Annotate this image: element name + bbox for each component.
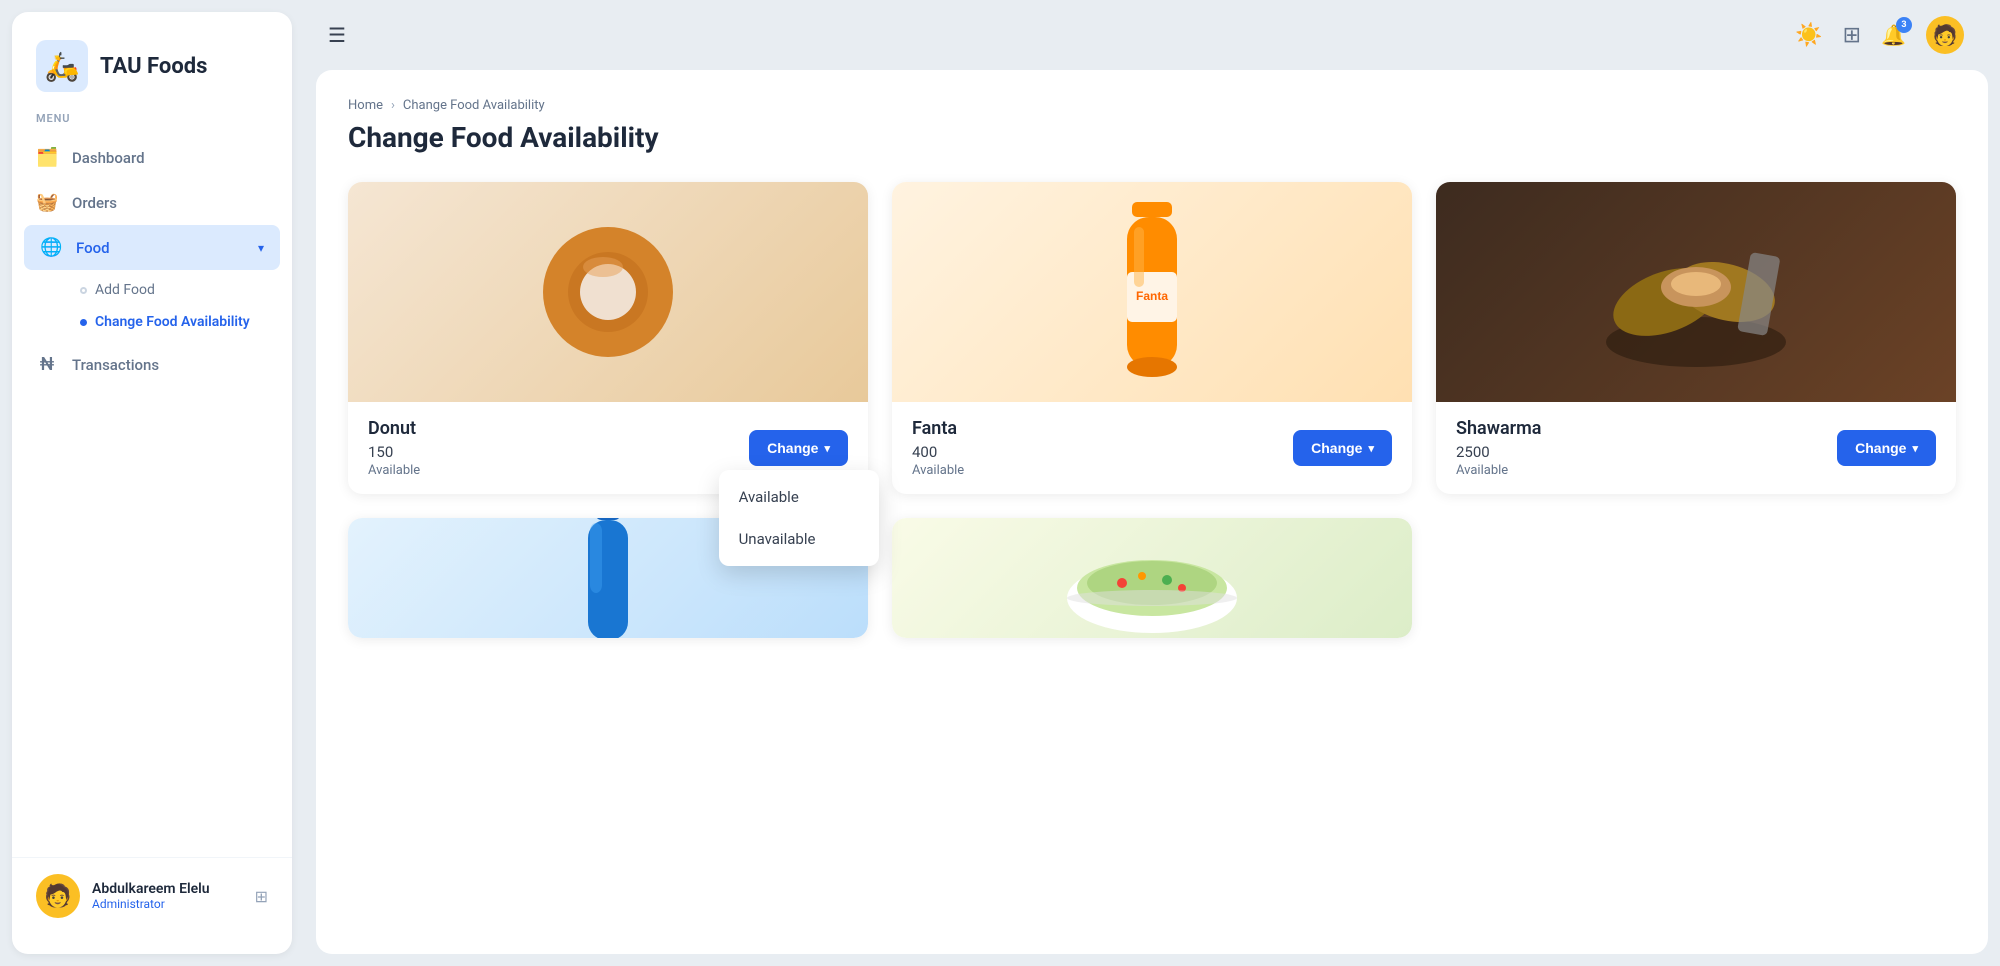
topbar-right: ☀️ ⊞ 🔔 3 🧑	[1795, 16, 1964, 54]
breadcrumb-home[interactable]: Home	[348, 98, 383, 113]
transactions-label: Transactions	[72, 356, 159, 374]
fanta-btn-chevron: ▾	[1368, 442, 1374, 455]
water-svg	[568, 518, 648, 638]
sidebar-item-orders[interactable]: 🧺 Orders	[12, 180, 292, 225]
breadcrumb-separator: ›	[391, 98, 395, 113]
user-avatar: 🧑	[36, 874, 80, 918]
user-name: Abdulkareem Elelu	[92, 881, 210, 897]
sidebar-item-transactions[interactable]: ₦ Transactions	[12, 342, 292, 387]
shawarma-name: Shawarma	[1456, 418, 1541, 439]
add-food-dot	[80, 287, 87, 294]
page-title: Change Food Availability	[348, 121, 1956, 154]
logo-icon: 🛵	[36, 40, 88, 92]
dashboard-icon: 🗂️	[36, 147, 58, 168]
food-label: Food	[76, 239, 110, 257]
shawarma-price: 2500	[1456, 443, 1541, 461]
fanta-status: Available	[912, 463, 964, 478]
shawarma-change-button[interactable]: Change ▾	[1837, 430, 1936, 466]
donut-name: Donut	[368, 418, 420, 439]
hamburger-icon[interactable]: ☰	[328, 23, 346, 47]
fanta-change-label: Change	[1311, 440, 1362, 456]
submenu-change-availability[interactable]: Change Food Availability	[68, 306, 292, 338]
change-availability-dot	[80, 319, 87, 326]
notification-icon[interactable]: 🔔 3	[1881, 23, 1906, 47]
donut-card-body: Donut 150 Available Change ▾ Available	[348, 402, 868, 494]
food-chevron-icon: ▾	[258, 241, 264, 255]
shawarma-svg	[1596, 212, 1796, 372]
sidebar-item-dashboard[interactable]: 🗂️ Dashboard	[12, 135, 292, 180]
user-info: Abdulkareem Elelu Administrator	[92, 881, 210, 911]
dropdown-unavailable[interactable]: Unavailable	[719, 518, 879, 560]
food-card-shawarma: Shawarma 2500 Available Change ▾	[1436, 182, 1956, 494]
logo-emoji: 🛵	[45, 50, 80, 83]
fanta-image: Fanta	[892, 182, 1412, 402]
sun-icon[interactable]: ☀️	[1795, 23, 1822, 48]
dropdown-available[interactable]: Available	[719, 476, 879, 518]
donut-price: 150	[368, 443, 420, 461]
rice-image	[892, 518, 1412, 638]
donut-card-row: Donut 150 Available Change ▾ Available	[368, 418, 848, 478]
fanta-change-button[interactable]: Change ▾	[1293, 430, 1392, 466]
sidebar-footer: 🧑 Abdulkareem Elelu Administrator ⊞	[12, 857, 292, 934]
donut-change-label: Change	[767, 440, 818, 456]
donut-change-button[interactable]: Change ▾	[749, 430, 848, 466]
food-cards-grid: Donut 150 Available Change ▾ Available	[348, 182, 1956, 638]
food-card-fanta: Fanta Fanta 400 Available Change	[892, 182, 1412, 494]
orders-icon: 🧺	[36, 192, 58, 213]
dashboard-label: Dashboard	[72, 149, 145, 167]
logo-area: 🛵 TAU Foods	[12, 32, 292, 112]
topbar-left: ☰	[328, 23, 346, 47]
breadcrumb-current: Change Food Availability	[403, 98, 545, 113]
fanta-price: 400	[912, 443, 964, 461]
donut-info: Donut 150 Available	[368, 418, 420, 478]
donut-btn-container: Change ▾ Available Unavailable	[749, 430, 848, 466]
fanta-svg: Fanta	[1092, 192, 1212, 392]
svg-text:Fanta: Fanta	[1136, 289, 1168, 303]
food-icon: 🌐	[40, 237, 62, 258]
donut-status: Available	[368, 463, 420, 478]
submenu-add-food[interactable]: Add Food	[68, 274, 292, 306]
fanta-name: Fanta	[912, 418, 964, 439]
apps-icon[interactable]: ⊞	[1843, 23, 1861, 48]
transactions-icon: ₦	[36, 354, 58, 375]
orders-label: Orders	[72, 194, 117, 212]
add-food-label: Add Food	[95, 282, 155, 298]
donut-dropdown: Available Unavailable	[719, 470, 879, 566]
food-card-rice	[892, 518, 1412, 638]
grid-icon[interactable]: ⊞	[255, 887, 268, 906]
app-name: TAU Foods	[100, 54, 207, 79]
notification-badge: 3	[1896, 17, 1912, 33]
donut-svg	[528, 212, 688, 372]
shawarma-change-label: Change	[1855, 440, 1906, 456]
menu-section-label: Menu	[12, 112, 292, 135]
shawarma-info: Shawarma 2500 Available	[1456, 418, 1541, 478]
shawarma-status: Available	[1456, 463, 1541, 478]
user-role: Administrator	[92, 897, 210, 911]
food-submenu: Add Food Change Food Availability	[12, 270, 292, 342]
shawarma-card-body: Shawarma 2500 Available Change ▾	[1436, 402, 1956, 494]
fanta-info: Fanta 400 Available	[912, 418, 964, 478]
sidebar-item-food[interactable]: 🌐 Food ▾	[24, 225, 280, 270]
sidebar: 🛵 TAU Foods Menu 🗂️ Dashboard 🧺 Orders 🌐…	[12, 12, 292, 954]
page-content: Home › Change Food Availability Change F…	[316, 70, 1988, 954]
shawarma-card-row: Shawarma 2500 Available Change ▾	[1456, 418, 1936, 478]
shawarma-image	[1436, 182, 1956, 402]
food-card-donut: Donut 150 Available Change ▾ Available	[348, 182, 868, 494]
breadcrumb: Home › Change Food Availability	[348, 98, 1956, 113]
rice-svg	[1052, 518, 1252, 638]
donut-image	[348, 182, 868, 402]
change-availability-label: Change Food Availability	[95, 314, 250, 330]
shawarma-btn-chevron: ▾	[1912, 442, 1918, 455]
fanta-card-body: Fanta 400 Available Change ▾	[892, 402, 1412, 494]
fanta-card-row: Fanta 400 Available Change ▾	[912, 418, 1392, 478]
topbar: ☰ ☀️ ⊞ 🔔 3 🧑	[304, 0, 1988, 70]
main-area: ☰ ☀️ ⊞ 🔔 3 🧑 Home › Change Food Availabi…	[304, 0, 2000, 966]
donut-btn-chevron: ▾	[824, 442, 830, 455]
topbar-avatar[interactable]: 🧑	[1926, 16, 1964, 54]
